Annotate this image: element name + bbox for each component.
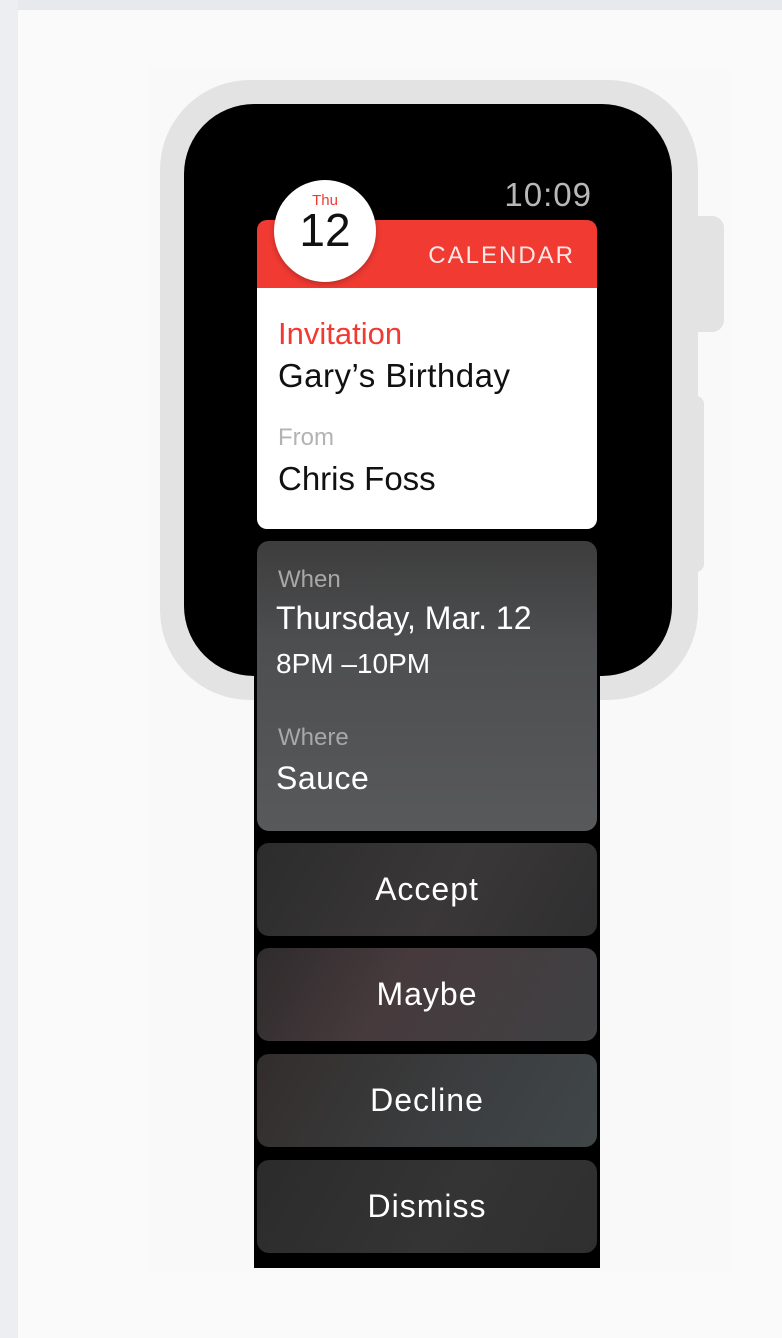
where-value: Sauce — [276, 760, 370, 796]
where-label: Where — [278, 724, 349, 751]
digital-crown[interactable] — [690, 216, 724, 332]
dismiss-button[interactable]: Dismiss — [257, 1160, 597, 1253]
app-name: CALENDAR — [428, 242, 575, 269]
top-edge — [0, 0, 782, 10]
calendar-icon: Thu 12 — [274, 180, 376, 282]
when-time: 8PM –10PM — [276, 648, 431, 679]
when-label: When — [278, 566, 341, 593]
side-button[interactable] — [690, 396, 704, 572]
calendar-icon-date: 12 — [299, 204, 351, 256]
when-date: Thursday, Mar. 12 — [276, 600, 532, 636]
accept-button[interactable]: Accept — [257, 843, 597, 936]
from-label: From — [278, 424, 334, 451]
decline-button[interactable]: Decline — [257, 1054, 597, 1147]
event-name: Gary’s Birthday — [278, 357, 511, 394]
notification-title: Invitation — [278, 316, 403, 351]
left-edge — [0, 0, 18, 1338]
clock-time: 10:09 — [504, 176, 592, 213]
from-value: Chris Foss — [278, 460, 436, 497]
maybe-button[interactable]: Maybe — [257, 948, 597, 1041]
